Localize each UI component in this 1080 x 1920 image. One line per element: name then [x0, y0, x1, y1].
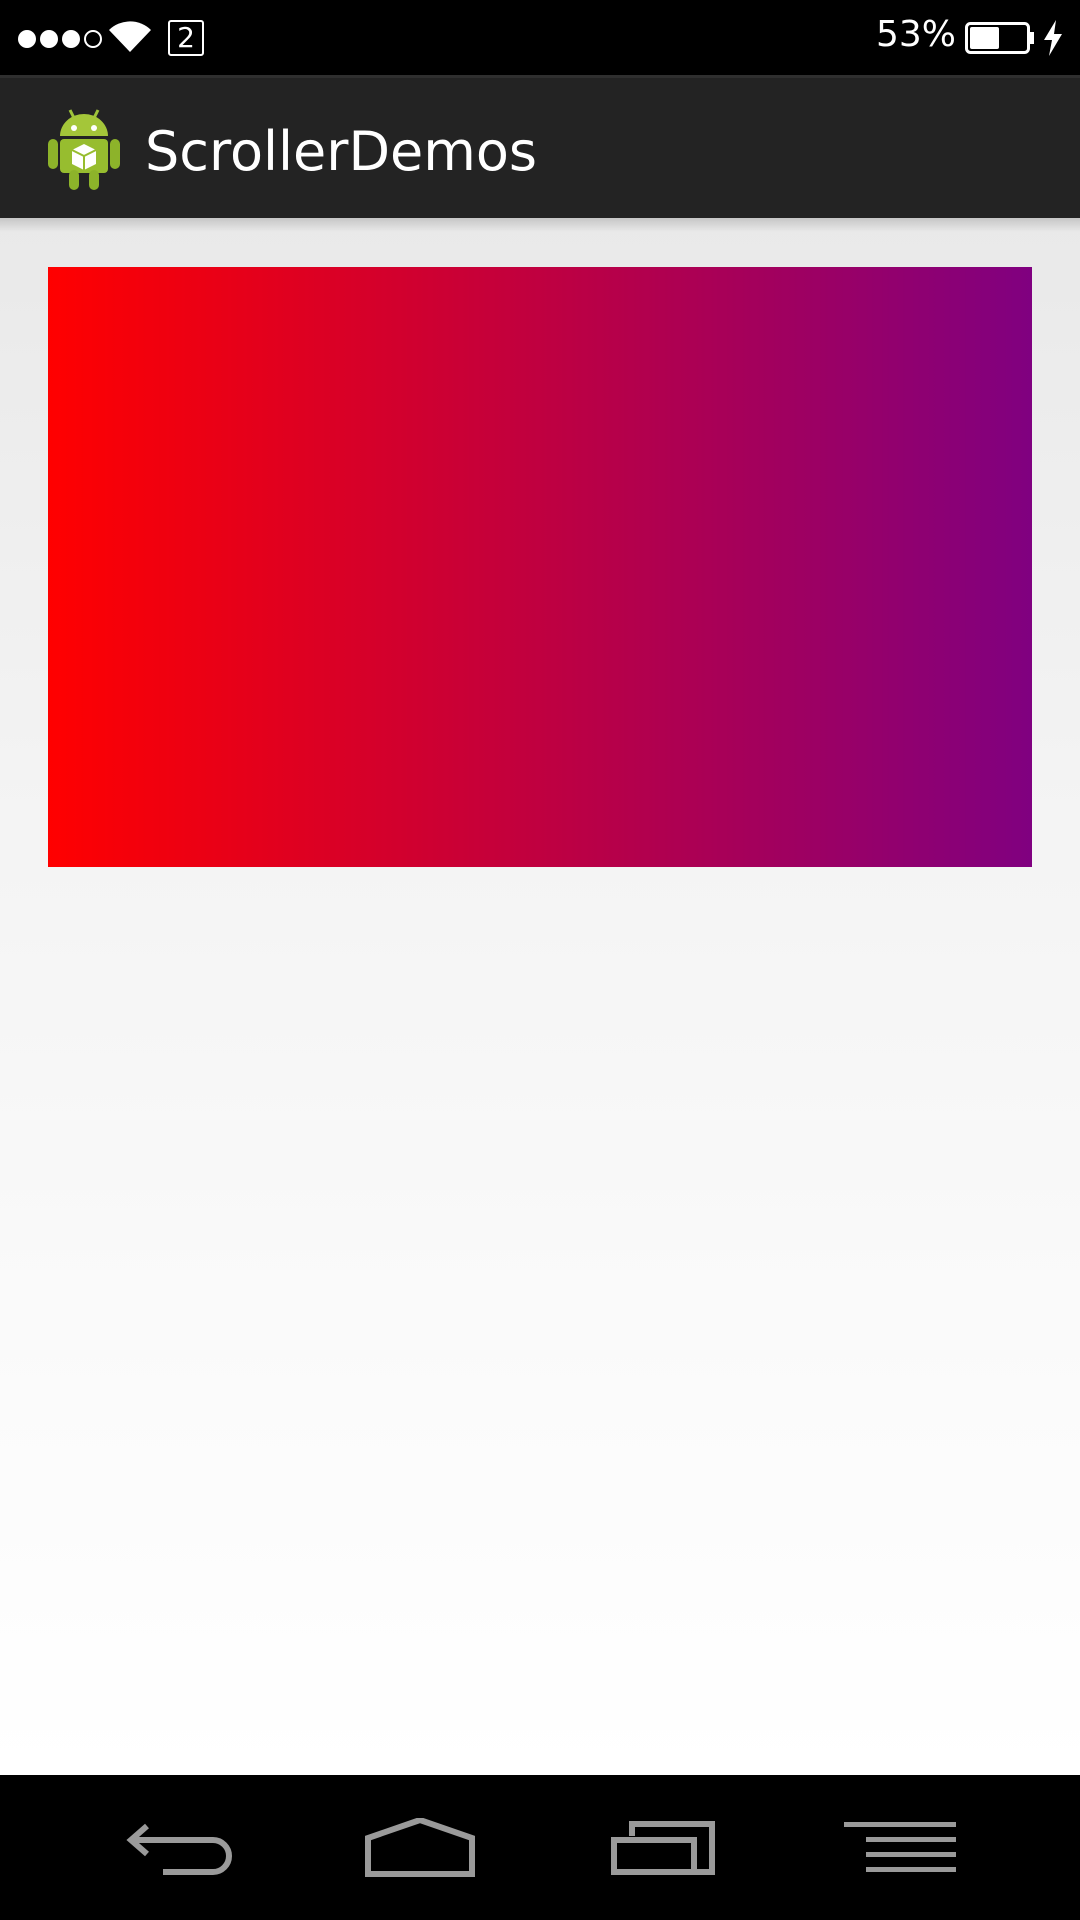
home-button[interactable] — [320, 1775, 520, 1920]
status-bar: 2 53% — [0, 0, 1080, 75]
content-area[interactable] — [0, 218, 1080, 1775]
signal-strength-icon — [18, 30, 106, 48]
battery-percent: 53% — [875, 14, 956, 55]
navigation-bar — [0, 1775, 1080, 1920]
action-bar: ScrollerDemos — [0, 75, 1080, 218]
home-icon — [365, 1817, 475, 1877]
android-robot-icon — [48, 109, 120, 190]
signal-dot — [62, 30, 80, 48]
charging-bolt-icon — [1044, 20, 1062, 56]
menu-icon — [844, 1821, 956, 1872]
recent-apps-button[interactable] — [563, 1775, 763, 1920]
menu-button[interactable] — [800, 1775, 1000, 1920]
app-title: ScrollerDemos — [145, 120, 538, 183]
wifi-icon — [109, 21, 151, 52]
sim-indicator: 2 — [168, 20, 204, 56]
back-icon — [126, 1823, 232, 1875]
signal-dot — [18, 30, 36, 48]
back-button[interactable] — [80, 1775, 280, 1920]
battery-icon — [965, 22, 1034, 54]
signal-dot — [40, 30, 58, 48]
recent-apps-icon — [611, 1820, 715, 1875]
signal-dot — [84, 30, 102, 48]
action-bar-shadow — [0, 218, 1080, 232]
gradient-view[interactable] — [48, 267, 1032, 867]
